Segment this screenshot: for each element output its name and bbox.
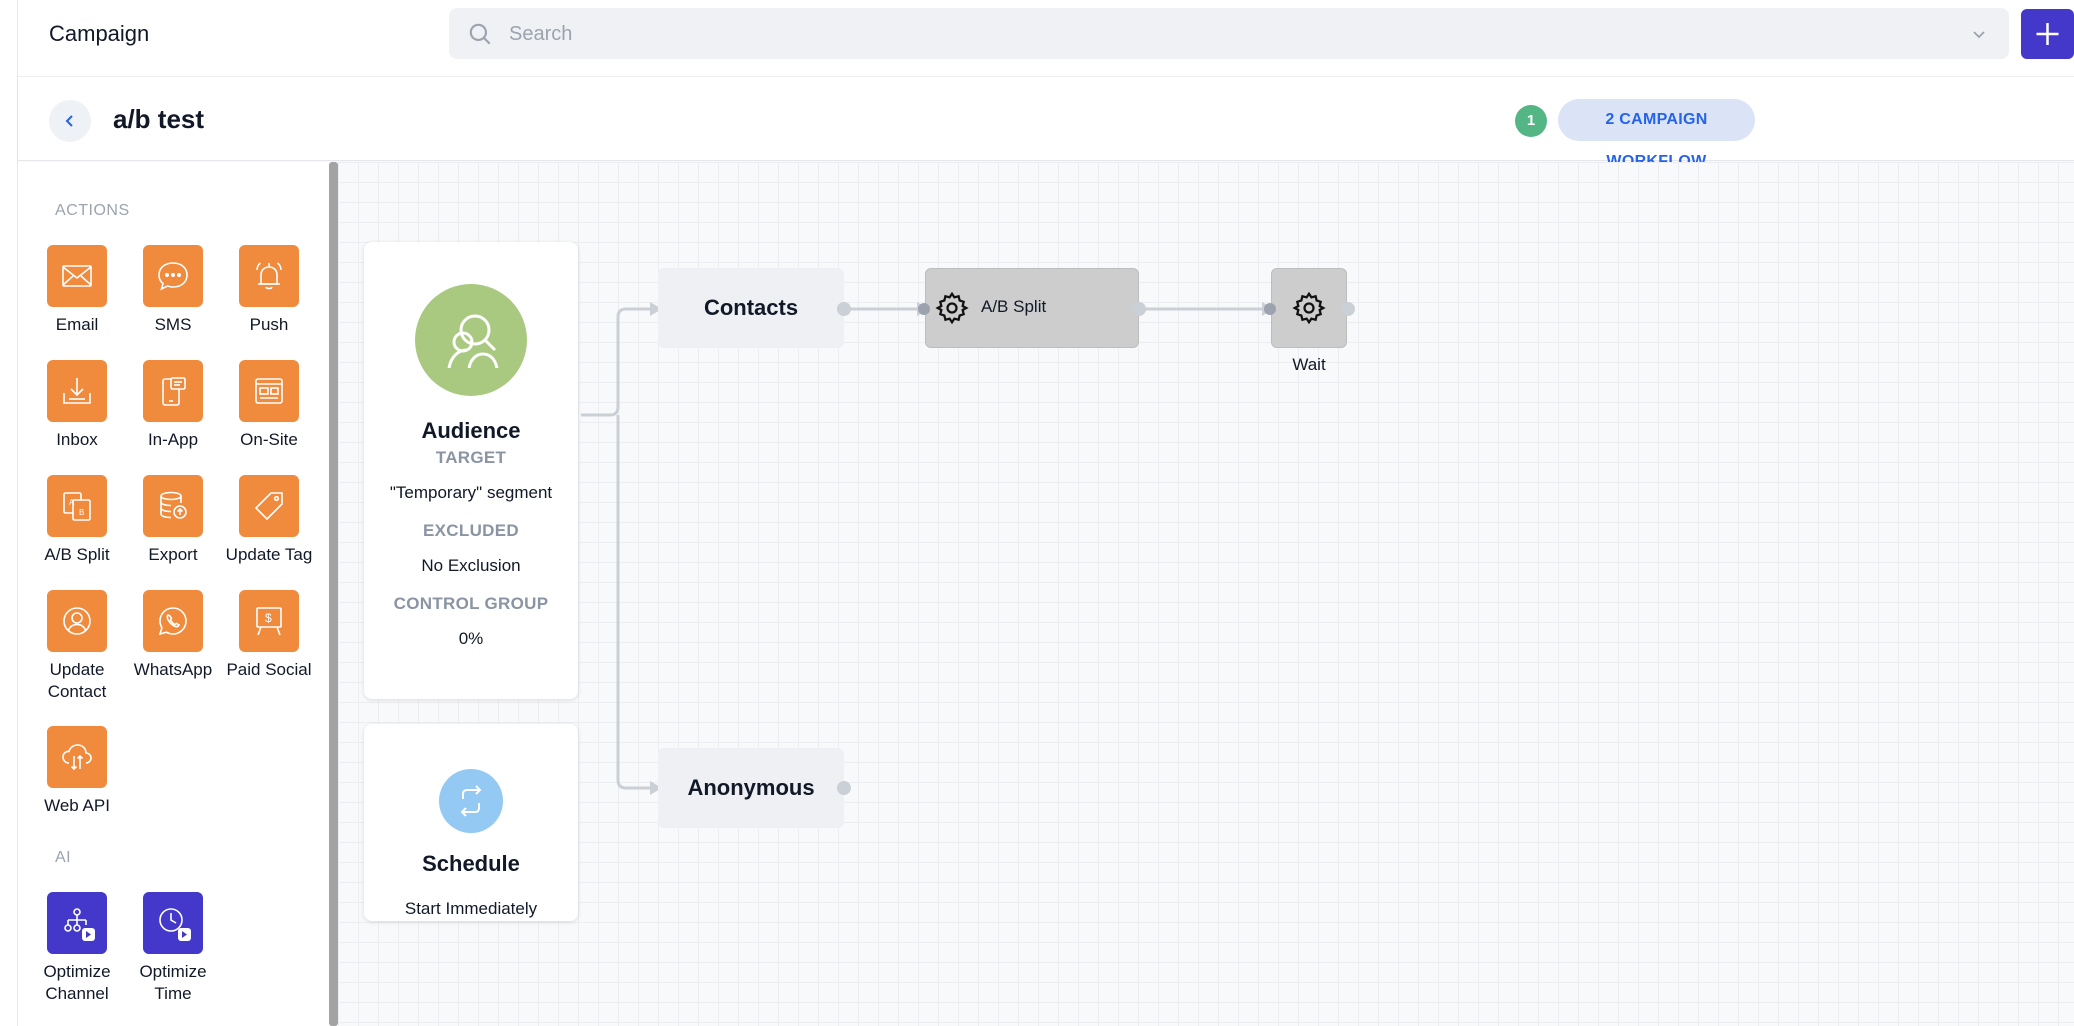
action-paid-social[interactable]: $ Paid Social xyxy=(221,590,317,681)
contacts-node[interactable]: Contacts xyxy=(658,268,844,348)
wait-input-port[interactable] xyxy=(1264,303,1276,315)
audience-circle xyxy=(415,284,527,396)
back-button[interactable] xyxy=(49,100,91,142)
excluded-value: No Exclusion xyxy=(421,556,521,575)
add-button[interactable] xyxy=(2021,9,2074,59)
left-edge-strip xyxy=(0,0,18,1026)
whatsapp-icon xyxy=(158,607,187,636)
gear-icon xyxy=(1292,291,1326,325)
action-whatsapp[interactable]: WhatsApp xyxy=(125,590,221,681)
action-export[interactable]: Export xyxy=(125,475,221,566)
paid-social-icon: $ xyxy=(256,607,282,636)
wait-output-port[interactable] xyxy=(1341,302,1355,316)
target-value: "Temporary" segment xyxy=(389,483,553,502)
inbox-icon xyxy=(63,378,91,404)
control-group-label: CONTROL GROUP xyxy=(393,594,549,613)
schedule-value: Start Immediately xyxy=(404,899,538,918)
actions-section-label: ACTIONS xyxy=(55,202,130,219)
action-in-app[interactable]: In-App xyxy=(125,360,221,451)
ab-split-input-port[interactable] xyxy=(918,303,930,315)
top-bar: Campaign Search xyxy=(18,0,2074,77)
svg-text:$: $ xyxy=(265,611,272,625)
app-title: Campaign xyxy=(49,21,150,46)
anonymous-output-port[interactable] xyxy=(837,781,851,795)
action-update-contact[interactable]: Update Contact xyxy=(29,590,125,703)
workflow-canvas[interactable]: Audience TARGET "Temporary" segment EXCL… xyxy=(338,162,2074,1026)
action-web-api[interactable]: Web API xyxy=(29,726,125,817)
search-placeholder: Search xyxy=(509,23,573,45)
action-sms[interactable]: SMS xyxy=(125,245,221,336)
email-icon xyxy=(62,265,92,287)
action-update-tag[interactable]: Update Tag xyxy=(221,475,317,566)
action-push[interactable]: Push xyxy=(221,245,317,336)
chevron-left-icon xyxy=(65,115,73,127)
action-email[interactable]: Email xyxy=(29,245,125,336)
on-site-icon xyxy=(255,378,283,404)
schedule-card[interactable]: Schedule Start Immediately xyxy=(364,724,578,921)
ab-split-icon: AB xyxy=(63,492,91,521)
workflow-connectors xyxy=(581,302,1274,795)
schedule-circle xyxy=(439,769,503,833)
sidebar-scrollbar[interactable] xyxy=(329,162,338,1026)
contacts-output-port[interactable] xyxy=(837,302,851,316)
action-optimize-time[interactable]: Optimize Time xyxy=(125,892,221,1005)
page-title: a/b test xyxy=(113,104,205,134)
search-icon xyxy=(469,23,491,45)
action-inbox[interactable]: Inbox xyxy=(29,360,125,451)
ai-section-label: AI xyxy=(55,849,72,866)
page-header: a/b test 1 2 CAMPAIGN WORKFLOW xyxy=(18,78,2074,170)
search-input[interactable]: Search xyxy=(449,8,2009,59)
svg-text:A: A xyxy=(69,498,75,507)
repeat-icon xyxy=(460,785,482,817)
in-app-icon xyxy=(162,377,186,406)
svg-text:B: B xyxy=(79,508,84,517)
audience-icon xyxy=(447,314,499,369)
excluded-label: EXCLUDED xyxy=(423,521,519,540)
step-campaign-workflow[interactable]: 2 CAMPAIGN WORKFLOW xyxy=(1558,99,1755,170)
ab-split-output-port[interactable] xyxy=(1132,302,1146,316)
anonymous-node[interactable]: Anonymous xyxy=(658,748,844,828)
ab-split-node[interactable]: A/B Split xyxy=(925,268,1139,348)
tag-icon xyxy=(254,492,283,521)
web-api-icon xyxy=(62,744,92,771)
audience-title: Audience xyxy=(421,418,521,443)
control-group-value: 0% xyxy=(458,629,484,648)
step-number-badge[interactable]: 1 xyxy=(1515,105,1547,137)
export-icon xyxy=(160,491,187,519)
optimize-time-icon xyxy=(159,908,191,941)
contact-icon xyxy=(63,607,91,635)
wait-node[interactable] xyxy=(1271,268,1347,348)
actions-sidebar: ACTIONS Email SMS Push Inbox In-App On-S… xyxy=(18,162,330,1026)
schedule-title: Schedule xyxy=(422,851,520,876)
action-ab-split[interactable]: AB A/B Split xyxy=(29,475,125,566)
action-on-site[interactable]: On-Site xyxy=(221,360,317,451)
push-icon xyxy=(256,262,282,290)
optimize-channel-icon xyxy=(64,908,95,941)
gear-icon xyxy=(935,291,969,325)
action-optimize-channel[interactable]: Optimize Channel xyxy=(29,892,125,1005)
audience-card[interactable]: Audience TARGET "Temporary" segment EXCL… xyxy=(364,242,578,699)
plus-icon xyxy=(2036,23,2059,45)
ab-split-node-label: A/B Split xyxy=(981,297,1047,316)
target-label: TARGET xyxy=(435,448,507,467)
wait-node-label: Wait xyxy=(1292,355,1326,374)
chevron-down-icon[interactable] xyxy=(1971,26,1987,42)
sms-icon xyxy=(158,262,188,291)
